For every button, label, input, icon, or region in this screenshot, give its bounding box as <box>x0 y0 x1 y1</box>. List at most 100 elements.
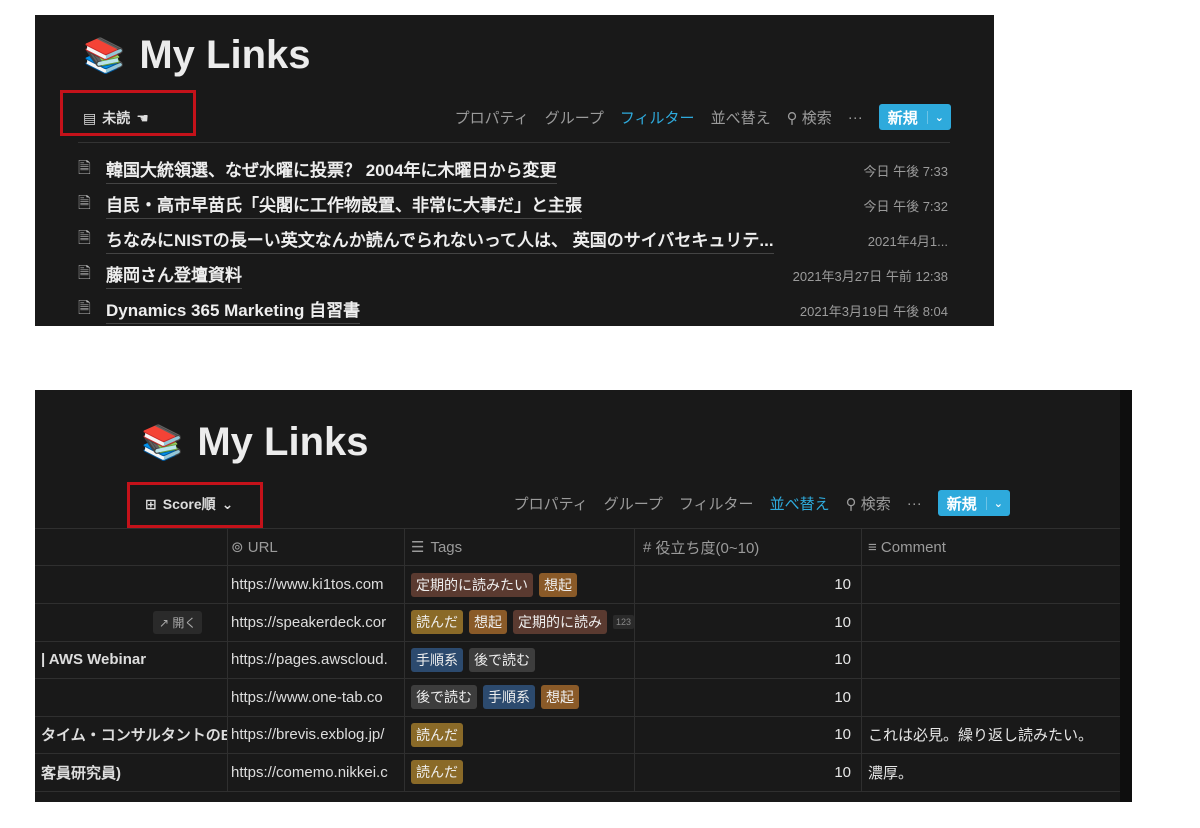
sort-button[interactable]: 並べ替え <box>711 107 771 128</box>
name-cell[interactable]: タイム・コンサルタントのE <box>35 716 228 753</box>
filter-button[interactable]: フィルター <box>679 493 754 514</box>
list-item-title[interactable]: 自民・高市早苗氏「尖閣に工作物設置、非常に大事だ」と主張 <box>106 191 582 219</box>
search-label: 検索 <box>801 109 832 127</box>
table-header: ⊚ URL ☰ Tags # 役立ち度(0~10) ≡ Comment <box>35 528 1120 566</box>
more-button[interactable]: ··· <box>848 109 863 126</box>
comment-cell[interactable]: これは必見。繰り返し読みたい。 <box>862 716 1120 753</box>
new-label: 新規 <box>946 495 977 513</box>
page-icon: 🗎 <box>78 264 91 282</box>
top-screenshot: 📚 My Links ▤ 未読 ☚ プロパティ グループ フィルター 並べ替え … <box>35 15 994 326</box>
tag: 定期的に読みたい <box>411 572 533 597</box>
list-item[interactable]: 🗎 韓国大統領選、なぜ水曜に投票？ 2004年に木曜日から変更 今日 午後 7:33 <box>78 155 948 185</box>
toolbar: プロパティ グループ フィルター 並べ替え ⚲ 検索 ··· 新規 ⌄ <box>455 104 951 130</box>
column-label: Comment <box>880 538 946 556</box>
page-icon: 🗎 <box>78 299 91 317</box>
name-cell[interactable] <box>35 566 228 603</box>
column-header-score[interactable]: # 役立ち度(0~10) <box>635 529 862 565</box>
score-cell[interactable]: 10 <box>635 603 862 641</box>
tags-cell[interactable]: 定期的に読みたい 想起 <box>405 566 635 603</box>
properties-button[interactable]: プロパティ <box>514 493 588 514</box>
books-icon: 📚 <box>83 36 126 75</box>
search-label: 検索 <box>860 495 891 513</box>
list-item-title[interactable]: 韓国大統領選、なぜ水曜に投票？ 2004年に木曜日から変更 <box>106 156 557 184</box>
table-row[interactable]: | AWS Webinar https://pages.awscloud. 手順… <box>35 641 1120 679</box>
properties-button[interactable]: プロパティ <box>455 107 529 128</box>
link-icon: ⊚ <box>231 539 248 556</box>
url-cell[interactable]: https://comemo.nikkei.c <box>228 753 405 791</box>
list-item[interactable]: 🗎 自民・高市早苗氏「尖閣に工作物設置、非常に大事だ」と主張 今日 午後 7:32 <box>78 190 948 220</box>
comment-cell[interactable] <box>862 679 1120 716</box>
table-row[interactable]: タイム・コンサルタントのE https://brevis.exblog.jp/ … <box>35 716 1120 754</box>
group-button[interactable]: グループ <box>604 493 663 514</box>
tag: 想起 <box>469 610 507 634</box>
column-header-tags[interactable]: ☰ Tags <box>405 529 635 565</box>
column-header-name[interactable] <box>35 529 228 565</box>
tags-cell[interactable]: 読んだ <box>405 716 635 753</box>
score-cell[interactable]: 10 <box>635 566 862 603</box>
column-label: Tags <box>430 538 463 556</box>
tag: 読んだ <box>411 760 463 784</box>
comment-cell[interactable] <box>862 566 1120 603</box>
list-item[interactable]: 🗎 ちなみにNISTの長ーい英文なんか読んでられないって人は、 英国のサイバセキュ… <box>78 225 948 255</box>
search-icon: ⚲ <box>845 495 857 513</box>
comment-cell[interactable] <box>862 641 1120 678</box>
tag: 手順系 <box>411 647 463 672</box>
url-cell[interactable]: https://speakerdeck.cor <box>228 603 405 641</box>
list-item-title[interactable]: ちなみにNISTの長ーい英文なんか読んでられないって人は、 英国のサイバセキュリ… <box>106 226 774 254</box>
comment-cell[interactable]: 濃厚。 <box>862 754 1120 791</box>
search-button[interactable]: ⚲ 検索 <box>846 493 891 514</box>
tag: 手順系 <box>483 685 535 709</box>
page-title: 📚 My Links <box>83 33 311 78</box>
more-button[interactable]: ··· <box>907 495 922 512</box>
chevron-down-icon[interactable]: ⌄ <box>926 110 951 124</box>
tags-cell[interactable]: 手順系 後で読む <box>405 641 635 678</box>
list-item-title[interactable]: Dynamics 365 Marketing 自習書 <box>106 296 361 324</box>
column-label: URL <box>247 538 278 556</box>
table-row[interactable]: https://www.one-tab.co 後で読む 手順系 想起 10 <box>35 678 1120 717</box>
url-cell[interactable]: https://pages.awscloud. <box>228 641 405 678</box>
new-button[interactable]: 新規 ⌄ <box>878 104 951 130</box>
tags-cell[interactable]: 読んだ 想起 定期的に読み 123 <box>405 603 635 641</box>
list-item-title[interactable]: 藤岡さん登壇資料 <box>106 261 242 289</box>
new-button[interactable]: 新規 ⌄ <box>937 490 1010 516</box>
search-button[interactable]: ⚲ 検索 <box>787 107 832 128</box>
new-label: 新規 <box>887 109 918 127</box>
score-cell[interactable]: 10 <box>635 641 862 678</box>
search-icon: ⚲ <box>786 109 798 127</box>
tag: 想起 <box>541 685 579 709</box>
list-item-date: 今日 午後 7:32 <box>863 198 948 214</box>
url-cell[interactable]: https://brevis.exblog.jp/ <box>228 716 405 753</box>
name-cell[interactable] <box>35 678 228 716</box>
table-row[interactable]: https://speakerdeck.cor 読んだ 想起 定期的に読み 123 1… <box>35 603 1120 642</box>
column-header-comment[interactable]: ≡ Comment <box>862 529 1120 565</box>
highlight-box <box>60 90 196 136</box>
score-cell[interactable]: 10 <box>635 716 862 753</box>
group-button[interactable]: グループ <box>545 107 604 128</box>
url-cell[interactable]: https://www.ki1tos.com <box>228 566 405 603</box>
score-cell[interactable]: 10 <box>635 753 862 791</box>
text-icon: ≡ <box>868 538 881 556</box>
list-item[interactable]: 🗎 藤岡さん登壇資料 2021年3月27日 午前 12:38 <box>78 260 948 290</box>
table-row[interactable]: 客員研究員) https://comemo.nikkei.c 読んだ 10 濃厚… <box>35 753 1120 792</box>
comment-cell[interactable] <box>862 604 1120 641</box>
list-item[interactable]: 🗎 Dynamics 365 Marketing 自習書 2021年3月19日 午後… <box>78 295 948 325</box>
highlight-box <box>127 482 263 528</box>
list-item-date: 2021年4月1... <box>867 233 948 249</box>
more-tags-indicator: 123 <box>613 615 634 629</box>
score-cell[interactable]: 10 <box>635 678 862 716</box>
column-header-url[interactable]: ⊚ URL <box>228 529 405 565</box>
number-icon: # <box>643 538 656 556</box>
table-row[interactable]: https://www.ki1tos.com 定期的に読みたい 想起 10 <box>35 566 1120 604</box>
tag: 想起 <box>539 572 577 597</box>
tags-cell[interactable]: 後で読む 手順系 想起 <box>405 678 635 716</box>
sort-button[interactable]: 並べ替え <box>770 493 830 514</box>
toolbar: プロパティ グループ フィルター 並べ替え ⚲ 検索 ··· 新規 ⌄ <box>514 490 1010 516</box>
name-cell[interactable]: 客員研究員) <box>35 753 228 791</box>
name-cell[interactable]: | AWS Webinar <box>35 641 228 678</box>
page-title: 📚 My Links <box>141 420 369 465</box>
filter-button[interactable]: フィルター <box>620 107 695 128</box>
chevron-down-icon[interactable]: ⌄ <box>985 496 1010 510</box>
url-cell[interactable]: https://www.one-tab.co <box>228 678 405 716</box>
open-button[interactable]: ↗ 開く <box>153 610 203 634</box>
tags-cell[interactable]: 読んだ <box>405 753 635 791</box>
